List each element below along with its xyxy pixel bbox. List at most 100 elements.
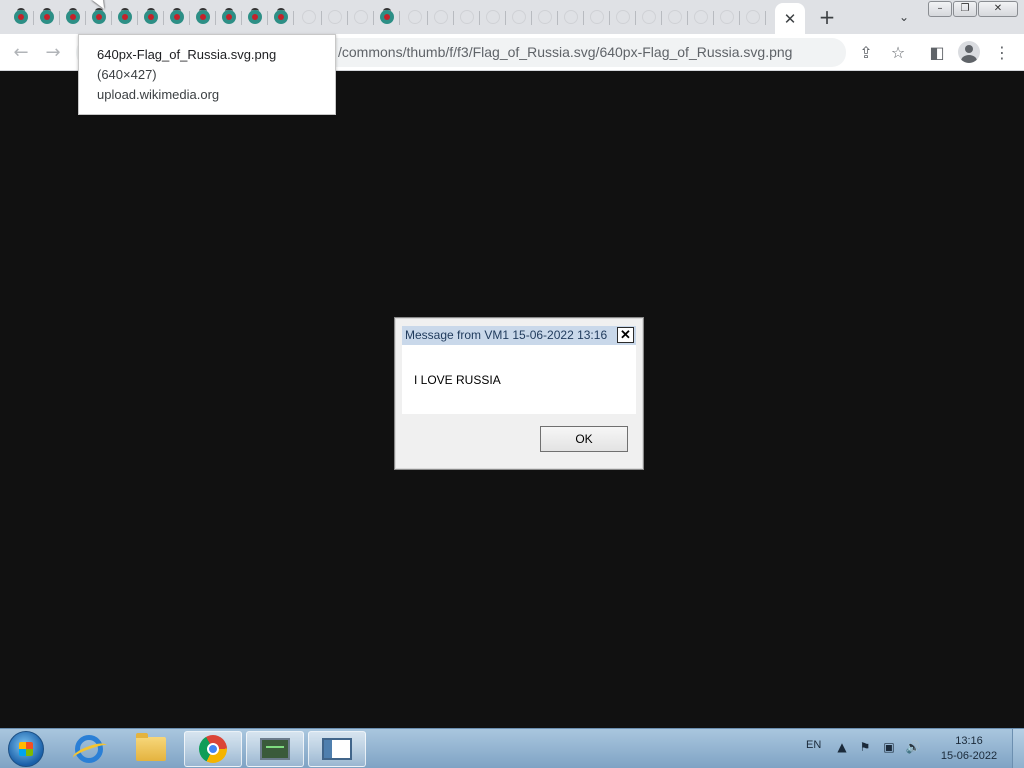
monitor-app-taskbar-button[interactable]	[246, 731, 304, 767]
tab[interactable]	[454, 3, 480, 31]
internet-explorer-taskbar-button[interactable]	[60, 731, 118, 767]
application-window-icon	[322, 738, 352, 760]
tab[interactable]	[322, 3, 348, 31]
loading-favicon-icon	[746, 10, 760, 24]
tooltip-domain: upload.wikimedia.org	[97, 87, 220, 102]
tab[interactable]	[428, 3, 454, 31]
wikimedia-favicon-icon	[40, 8, 54, 24]
tab[interactable]	[60, 3, 86, 31]
back-arrow-icon[interactable]: ←	[10, 42, 32, 64]
internet-explorer-icon	[75, 735, 103, 763]
wikimedia-favicon-icon	[66, 8, 80, 24]
tab[interactable]	[636, 3, 662, 31]
tab[interactable]	[688, 3, 714, 31]
loading-favicon-icon	[694, 10, 708, 24]
tab[interactable]	[506, 3, 532, 31]
wikimedia-favicon-icon	[248, 8, 262, 24]
tab[interactable]	[402, 3, 428, 31]
wikimedia-favicon-icon	[14, 8, 28, 24]
tab[interactable]	[112, 3, 138, 31]
minimize-button[interactable]: –	[928, 1, 952, 17]
tab[interactable]	[190, 3, 216, 31]
window-app-taskbar-button[interactable]	[308, 731, 366, 767]
new-tab-button[interactable]: +	[816, 5, 838, 29]
chrome-taskbar-button[interactable]	[184, 731, 242, 767]
tab[interactable]	[558, 3, 584, 31]
close-tab-icon[interactable]: ✕	[784, 10, 797, 28]
forward-arrow-icon[interactable]: →	[42, 42, 64, 64]
tab[interactable]	[584, 3, 610, 31]
clock-time: 13:16	[955, 735, 983, 747]
tab[interactable]	[216, 3, 242, 31]
show-hidden-icons-icon[interactable]: ▲	[834, 739, 850, 755]
tab-hover-tooltip: 640px-Flag_of_Russia.svg.png (640×427) u…	[78, 34, 336, 115]
wikimedia-favicon-icon	[118, 8, 132, 24]
wikimedia-favicon-icon	[222, 8, 236, 24]
volume-icon[interactable]: 🔊	[905, 739, 921, 755]
loading-favicon-icon	[564, 10, 578, 24]
bookmark-star-icon[interactable]: ☆	[887, 42, 909, 64]
dialog-close-button[interactable]: ✕	[617, 327, 634, 343]
loading-favicon-icon	[302, 10, 316, 24]
dialog-title: Message from VM1 15-06-2022 13:16	[405, 328, 608, 342]
tab-search-icon[interactable]: ⌄	[894, 7, 914, 27]
loading-favicon-icon	[512, 10, 526, 24]
system-clock[interactable]: 13:16 15-06-2022	[936, 734, 1002, 764]
dialog-body: I LOVE RUSSIA	[402, 345, 636, 414]
tab[interactable]	[348, 3, 374, 31]
loading-favicon-icon	[616, 10, 630, 24]
loading-favicon-icon	[720, 10, 734, 24]
loading-favicon-icon	[590, 10, 604, 24]
tooltip-title: 640px-Flag_of_Russia.svg.png	[97, 47, 277, 62]
loading-favicon-icon	[354, 10, 368, 24]
dialog-title-bar: Message from VM1 15-06-2022 13:16 ✕	[402, 326, 636, 345]
tab[interactable]	[662, 3, 688, 31]
tab[interactable]	[34, 3, 60, 31]
tab[interactable]	[714, 3, 740, 31]
folder-icon	[136, 733, 166, 761]
chrome-icon	[199, 735, 227, 763]
explorer-taskbar-button[interactable]	[122, 731, 180, 767]
message-dialog: Message from VM1 15-06-2022 13:16 ✕ I LO…	[394, 317, 644, 470]
tab[interactable]	[296, 3, 322, 31]
tab[interactable]	[480, 3, 506, 31]
tab-strip: ✕ + ⌄ – ❐ ✕	[0, 0, 1024, 34]
loading-favicon-icon	[328, 10, 342, 24]
menu-kebab-icon[interactable]: ⋮	[991, 42, 1013, 64]
wikimedia-favicon-icon	[196, 8, 210, 24]
active-tab[interactable]: ✕	[775, 3, 805, 34]
wikimedia-favicon-icon	[380, 8, 394, 24]
loading-favicon-icon	[538, 10, 552, 24]
loading-favicon-icon	[642, 10, 656, 24]
tab[interactable]	[532, 3, 558, 31]
loading-favicon-icon	[434, 10, 448, 24]
profile-avatar-icon[interactable]	[958, 41, 980, 63]
action-center-icon[interactable]: ⚑	[857, 739, 873, 755]
tab[interactable]	[610, 3, 636, 31]
restore-button[interactable]: ❐	[953, 1, 977, 17]
show-desktop-button[interactable]	[1012, 729, 1024, 768]
wikimedia-favicon-icon	[144, 8, 158, 24]
loading-favicon-icon	[486, 10, 500, 24]
network-icon[interactable]: ▣	[881, 739, 897, 755]
clock-date: 15-06-2022	[940, 750, 998, 762]
loading-favicon-icon	[668, 10, 682, 24]
tab[interactable]	[8, 3, 34, 31]
url-text[interactable]: /commons/thumb/f/f3/Flag_of_Russia.svg/6…	[338, 44, 792, 60]
tab[interactable]	[242, 3, 268, 31]
tab[interactable]	[138, 3, 164, 31]
tooltip-dimensions: (640×427)	[97, 67, 157, 82]
share-icon[interactable]: ⇪	[855, 42, 877, 64]
window-close-button[interactable]: ✕	[978, 1, 1018, 17]
tab[interactable]	[740, 3, 766, 31]
loading-favicon-icon	[408, 10, 422, 24]
taskbar: EN ▲ ⚑ ▣ 🔊 13:16 15-06-2022	[0, 728, 1024, 768]
ok-button[interactable]: OK	[540, 426, 628, 452]
loading-favicon-icon	[460, 10, 474, 24]
start-button-icon[interactable]	[8, 731, 44, 767]
tab[interactable]	[164, 3, 190, 31]
tab[interactable]	[374, 3, 400, 31]
tab[interactable]	[268, 3, 294, 31]
language-indicator[interactable]: EN	[806, 739, 821, 751]
side-panel-icon[interactable]: ◧	[926, 42, 948, 64]
